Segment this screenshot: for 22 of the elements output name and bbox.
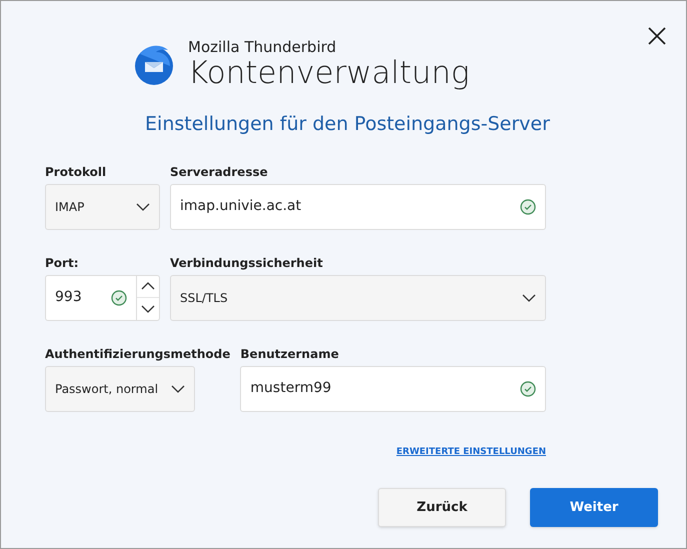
close-button[interactable]: [646, 25, 668, 47]
advanced-settings-link[interactable]: ERWEITERTE EINSTELLUNGEN: [396, 446, 546, 459]
dropdown[interactable]: Passwort, normal: [45, 366, 195, 412]
field-label: Verbindungssicherheit: [170, 254, 324, 272]
chevron-down-icon: [171, 384, 185, 392]
field-label: Protokoll: [45, 164, 108, 180]
field-label: Serveradresse: [170, 164, 269, 180]
dropdown[interactable]: IMAP: [45, 184, 160, 230]
app-title: Kontenverwaltung: [188, 56, 470, 90]
next-button[interactable]: Weiter: [530, 488, 658, 527]
text-field[interactable]: musterm99: [240, 366, 546, 412]
dropdown[interactable]: SSL/TLS: [170, 274, 546, 320]
text-field[interactable]: imap.univie.ac.at: [170, 184, 546, 230]
app-name: Mozilla Thunderbird: [188, 38, 338, 56]
field-label: Authentifizierungsmethode: [45, 346, 230, 362]
field-label: Port:: [45, 254, 80, 272]
chevron-down-icon: [522, 294, 536, 302]
chevron-down-icon: [136, 202, 150, 210]
back-button[interactable]: Zurück: [378, 488, 506, 527]
close-icon: [648, 27, 666, 45]
field-label: Benutzername: [240, 346, 340, 362]
section-heading: Einstellungen für den Posteingangs-Server: [145, 112, 550, 137]
